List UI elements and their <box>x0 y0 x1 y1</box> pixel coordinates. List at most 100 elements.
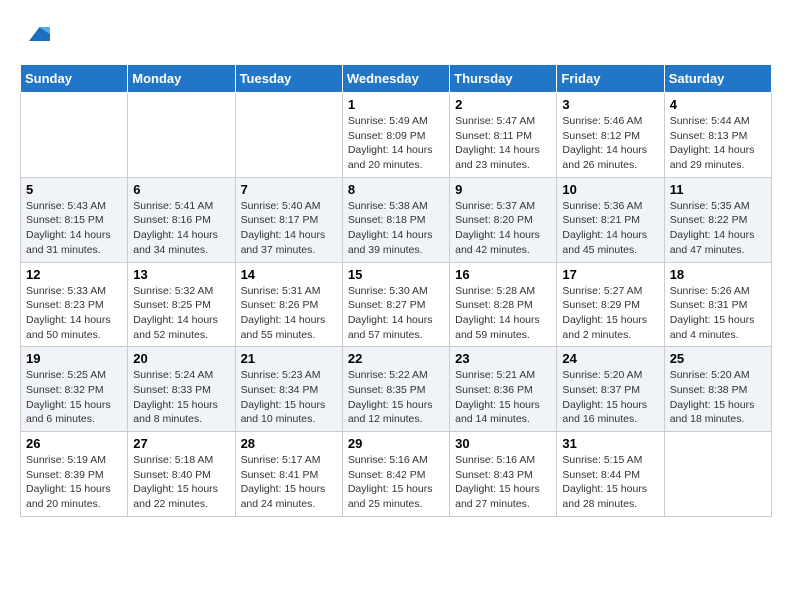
day-info: Sunrise: 5:44 AM Sunset: 8:13 PM Dayligh… <box>670 114 766 173</box>
empty-cell <box>128 93 235 178</box>
day-number: 14 <box>241 267 337 282</box>
day-info: Sunrise: 5:24 AM Sunset: 8:33 PM Dayligh… <box>133 368 229 427</box>
calendar-day-10: 10 Sunrise: 5:36 AM Sunset: 8:21 PM Dayli… <box>557 177 664 262</box>
day-number: 4 <box>670 97 766 112</box>
day-info: Sunrise: 5:37 AM Sunset: 8:20 PM Dayligh… <box>455 199 551 258</box>
calendar-day-2: 2 Sunrise: 5:47 AM Sunset: 8:11 PM Daylig… <box>450 93 557 178</box>
day-number: 31 <box>562 436 658 451</box>
day-info: Sunrise: 5:17 AM Sunset: 8:41 PM Dayligh… <box>241 453 337 512</box>
calendar-day-7: 7 Sunrise: 5:40 AM Sunset: 8:17 PM Daylig… <box>235 177 342 262</box>
calendar-day-25: 25Sunrise: 5:20 AM Sunset: 8:38 PM Dayli… <box>664 347 771 432</box>
calendar-day-31: 31 Sunrise: 5:15 AM Sunset: 8:44 PM Dayli… <box>557 432 664 517</box>
calendar-day-14: 14 Sunrise: 5:31 AM Sunset: 8:26 PM Dayli… <box>235 262 342 347</box>
day-number: 12 <box>26 267 122 282</box>
calendar-day-23: 23Sunrise: 5:21 AM Sunset: 8:36 PM Dayli… <box>450 347 557 432</box>
calendar-day-28: 28 Sunrise: 5:17 AM Sunset: 8:41 PM Dayli… <box>235 432 342 517</box>
calendar-day-15: 15 Sunrise: 5:30 AM Sunset: 8:27 PM Dayli… <box>342 262 449 347</box>
weekday-header-thursday: Thursday <box>450 65 557 93</box>
day-number: 18 <box>670 267 766 282</box>
calendar-day-8: 8 Sunrise: 5:38 AM Sunset: 8:18 PM Daylig… <box>342 177 449 262</box>
day-info: Sunrise: 5:40 AM Sunset: 8:17 PM Dayligh… <box>241 199 337 258</box>
day-info: Sunrise: 5:33 AM Sunset: 8:23 PM Dayligh… <box>26 284 122 343</box>
weekday-header-saturday: Saturday <box>664 65 771 93</box>
calendar-day-4: 4 Sunrise: 5:44 AM Sunset: 8:13 PM Daylig… <box>664 93 771 178</box>
day-info: Sunrise: 5:41 AM Sunset: 8:16 PM Dayligh… <box>133 199 229 258</box>
day-number: 19 <box>26 351 122 366</box>
calendar-day-1: 1 Sunrise: 5:49 AM Sunset: 8:09 PM Daylig… <box>342 93 449 178</box>
day-number: 9 <box>455 182 551 197</box>
day-info: Sunrise: 5:30 AM Sunset: 8:27 PM Dayligh… <box>348 284 444 343</box>
day-number: 21 <box>241 351 337 366</box>
day-number: 7 <box>241 182 337 197</box>
calendar-day-30: 30 Sunrise: 5:16 AM Sunset: 8:43 PM Dayli… <box>450 432 557 517</box>
day-info: Sunrise: 5:23 AM Sunset: 8:34 PM Dayligh… <box>241 368 337 427</box>
day-number: 15 <box>348 267 444 282</box>
calendar-day-13: 13Sunrise: 5:32 AM Sunset: 8:25 PM Dayli… <box>128 262 235 347</box>
day-number: 6 <box>133 182 229 197</box>
day-number: 1 <box>348 97 444 112</box>
day-number: 27 <box>133 436 229 451</box>
day-info: Sunrise: 5:36 AM Sunset: 8:21 PM Dayligh… <box>562 199 658 258</box>
day-number: 20 <box>133 351 229 366</box>
calendar-day-5: 5Sunrise: 5:43 AM Sunset: 8:15 PM Daylig… <box>21 177 128 262</box>
weekday-header-row: SundayMondayTuesdayWednesdayThursdayFrid… <box>21 65 772 93</box>
calendar-week-row: 5Sunrise: 5:43 AM Sunset: 8:15 PM Daylig… <box>21 177 772 262</box>
day-number: 28 <box>241 436 337 451</box>
weekday-header-monday: Monday <box>128 65 235 93</box>
weekday-header-sunday: Sunday <box>21 65 128 93</box>
day-info: Sunrise: 5:20 AM Sunset: 8:38 PM Dayligh… <box>670 368 766 427</box>
day-info: Sunrise: 5:31 AM Sunset: 8:26 PM Dayligh… <box>241 284 337 343</box>
calendar-week-row: 1 Sunrise: 5:49 AM Sunset: 8:09 PM Daylig… <box>21 93 772 178</box>
day-number: 17 <box>562 267 658 282</box>
weekday-header-tuesday: Tuesday <box>235 65 342 93</box>
empty-cell <box>664 432 771 517</box>
day-number: 10 <box>562 182 658 197</box>
day-info: Sunrise: 5:43 AM Sunset: 8:15 PM Dayligh… <box>26 199 122 258</box>
day-number: 8 <box>348 182 444 197</box>
calendar-day-16: 16Sunrise: 5:28 AM Sunset: 8:28 PM Dayli… <box>450 262 557 347</box>
day-number: 11 <box>670 182 766 197</box>
calendar-day-19: 19 Sunrise: 5:25 AM Sunset: 8:32 PM Dayli… <box>21 347 128 432</box>
calendar-week-row: 19 Sunrise: 5:25 AM Sunset: 8:32 PM Dayli… <box>21 347 772 432</box>
day-info: Sunrise: 5:20 AM Sunset: 8:37 PM Dayligh… <box>562 368 658 427</box>
day-info: Sunrise: 5:47 AM Sunset: 8:11 PM Dayligh… <box>455 114 551 173</box>
day-number: 26 <box>26 436 122 451</box>
day-info: Sunrise: 5:16 AM Sunset: 8:43 PM Dayligh… <box>455 453 551 512</box>
day-number: 24 <box>562 351 658 366</box>
day-info: Sunrise: 5:38 AM Sunset: 8:18 PM Dayligh… <box>348 199 444 258</box>
day-info: Sunrise: 5:19 AM Sunset: 8:39 PM Dayligh… <box>26 453 122 512</box>
calendar-day-27: 27Sunrise: 5:18 AM Sunset: 8:40 PM Dayli… <box>128 432 235 517</box>
calendar-day-12: 12 Sunrise: 5:33 AM Sunset: 8:23 PM Dayli… <box>21 262 128 347</box>
day-number: 16 <box>455 267 551 282</box>
calendar-day-24: 24 Sunrise: 5:20 AM Sunset: 8:37 PM Dayli… <box>557 347 664 432</box>
day-info: Sunrise: 5:16 AM Sunset: 8:42 PM Dayligh… <box>348 453 444 512</box>
day-number: 3 <box>562 97 658 112</box>
day-info: Sunrise: 5:21 AM Sunset: 8:36 PM Dayligh… <box>455 368 551 427</box>
calendar-day-9: 9 Sunrise: 5:37 AM Sunset: 8:20 PM Daylig… <box>450 177 557 262</box>
empty-cell <box>235 93 342 178</box>
calendar-day-29: 29 Sunrise: 5:16 AM Sunset: 8:42 PM Dayli… <box>342 432 449 517</box>
logo <box>20 20 50 48</box>
calendar-day-18: 18 Sunrise: 5:26 AM Sunset: 8:31 PM Dayli… <box>664 262 771 347</box>
calendar-week-row: 12 Sunrise: 5:33 AM Sunset: 8:23 PM Dayli… <box>21 262 772 347</box>
day-number: 2 <box>455 97 551 112</box>
weekday-header-friday: Friday <box>557 65 664 93</box>
day-info: Sunrise: 5:15 AM Sunset: 8:44 PM Dayligh… <box>562 453 658 512</box>
day-info: Sunrise: 5:46 AM Sunset: 8:12 PM Dayligh… <box>562 114 658 173</box>
calendar-table: SundayMondayTuesdayWednesdayThursdayFrid… <box>20 64 772 517</box>
weekday-header-wednesday: Wednesday <box>342 65 449 93</box>
empty-cell <box>21 93 128 178</box>
calendar-day-22: 22Sunrise: 5:22 AM Sunset: 8:35 PM Dayli… <box>342 347 449 432</box>
day-number: 29 <box>348 436 444 451</box>
calendar-day-11: 11 Sunrise: 5:35 AM Sunset: 8:22 PM Dayli… <box>664 177 771 262</box>
calendar-day-21: 21 Sunrise: 5:23 AM Sunset: 8:34 PM Dayli… <box>235 347 342 432</box>
calendar-day-6: 6 Sunrise: 5:41 AM Sunset: 8:16 PM Daylig… <box>128 177 235 262</box>
day-number: 30 <box>455 436 551 451</box>
calendar-day-17: 17Sunrise: 5:27 AM Sunset: 8:29 PM Dayli… <box>557 262 664 347</box>
day-info: Sunrise: 5:26 AM Sunset: 8:31 PM Dayligh… <box>670 284 766 343</box>
day-info: Sunrise: 5:49 AM Sunset: 8:09 PM Dayligh… <box>348 114 444 173</box>
calendar-week-row: 26 Sunrise: 5:19 AM Sunset: 8:39 PM Dayli… <box>21 432 772 517</box>
day-info: Sunrise: 5:25 AM Sunset: 8:32 PM Dayligh… <box>26 368 122 427</box>
calendar-day-20: 20 Sunrise: 5:24 AM Sunset: 8:33 PM Dayli… <box>128 347 235 432</box>
day-info: Sunrise: 5:35 AM Sunset: 8:22 PM Dayligh… <box>670 199 766 258</box>
